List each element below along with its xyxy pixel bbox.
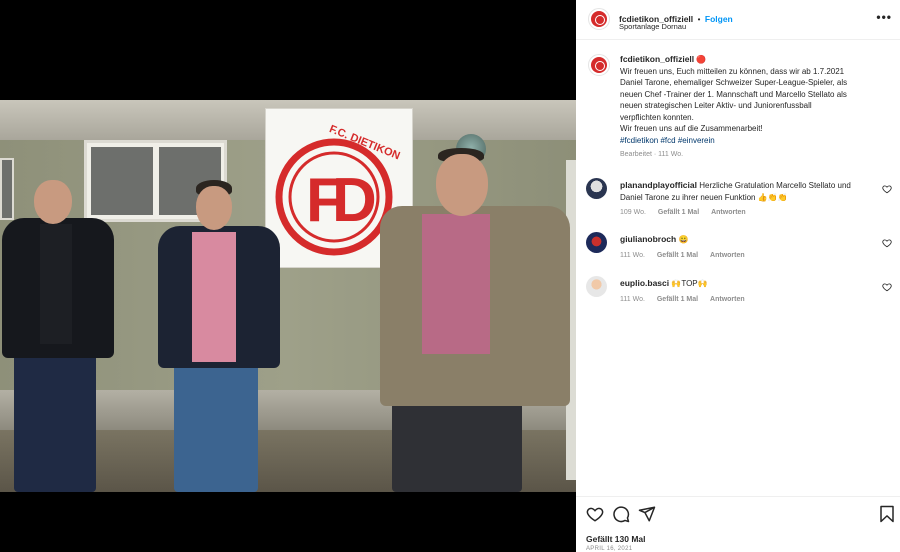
- separator-dot: •: [697, 15, 701, 24]
- caption-line: neuen strategischen Leiter Aktiv- und Ju…: [620, 101, 812, 110]
- heart-icon[interactable]: [882, 184, 892, 194]
- caption-line: neuen Chef -Trainer der 1. Mannschaft un…: [620, 89, 847, 99]
- shirt: [422, 214, 490, 354]
- comment-likes[interactable]: Gefällt 1 Mal: [657, 252, 698, 259]
- comment-time: 111 Wo.: [620, 251, 645, 259]
- caption-line: verpflichten konnten.: [620, 112, 694, 122]
- club-logo-icon: [591, 11, 607, 27]
- caption-meta: Bearbeitet · 111 Wo.: [620, 151, 684, 158]
- comment-meta: 111 Wo. Gefällt 1 Mal Antworten: [620, 250, 878, 262]
- account-avatar[interactable]: [588, 8, 610, 30]
- bookmark-icon[interactable]: [878, 505, 896, 523]
- caption-hashtags[interactable]: #fcdietikon #fcd #einverein: [620, 135, 890, 147]
- person-left: [0, 178, 120, 492]
- heart-icon[interactable]: [882, 238, 892, 248]
- caption-username[interactable]: fcdietikon_offiziell: [620, 54, 694, 64]
- comment-body: giulianobroch 😀 111 Wo. Gefällt 1 Mal An…: [620, 234, 878, 261]
- comment-text: 🙌TOP🙌: [671, 279, 708, 288]
- comment-text: Herzliche Gratulation Marcello Stellato …: [699, 181, 851, 190]
- location-link[interactable]: Sportanlage Dornau: [619, 22, 686, 31]
- jeans: [14, 346, 96, 492]
- comment-text: Daniel Tarone zu ihrer neuen Funktion 👍👏…: [620, 192, 788, 202]
- caption-line: Wir freuen uns, Euch mitteilen zu können…: [620, 66, 845, 76]
- comment-avatar[interactable]: [586, 276, 607, 297]
- caption-line: Wir freuen uns auf die Zusammenarbeit!: [620, 124, 763, 133]
- comment-body: planandplayofficial Herzliche Gratulatio…: [620, 180, 878, 219]
- comment-likes[interactable]: Gefällt 1 Mal: [658, 209, 699, 216]
- likes-count[interactable]: Gefällt 130 Mal: [586, 534, 646, 544]
- more-options-icon[interactable]: •••: [876, 10, 892, 24]
- club-logo-icon: [591, 57, 607, 73]
- caption-avatar[interactable]: [588, 54, 610, 76]
- comment-body: euplio.basci 🙌TOP🙌 111 Wo. Gefällt 1 Mal…: [620, 278, 878, 305]
- comment-username[interactable]: planandplayofficial: [620, 180, 697, 190]
- comment-username[interactable]: giulianobroch: [620, 234, 676, 244]
- head: [34, 180, 72, 224]
- instagram-post-modal: F D F.C. DIETIKON fcdietikon_offiziell •…: [0, 0, 900, 552]
- reply-button[interactable]: Antworten: [710, 252, 745, 259]
- comment-meta: 109 Wo. Gefällt 1 Mal Antworten: [620, 207, 878, 219]
- comment-meta: 111 Wo. Gefällt 1 Mal Antworten: [620, 294, 878, 306]
- reply-button[interactable]: Antworten: [711, 209, 746, 216]
- comment-likes[interactable]: Gefällt 1 Mal: [657, 296, 698, 303]
- post-caption: fcdietikon_offiziell 🔴 Wir freuen uns, E…: [620, 54, 890, 161]
- post-header: fcdietikon_offiziell • Folgen Sportanlag…: [576, 0, 900, 40]
- reply-button[interactable]: Antworten: [710, 296, 745, 303]
- comment-avatar[interactable]: [586, 178, 607, 199]
- shirt: [192, 232, 236, 362]
- post-photo-area: F D F.C. DIETIKON: [0, 0, 576, 552]
- heart-icon[interactable]: [882, 282, 892, 292]
- post-photo[interactable]: F D F.C. DIETIKON: [0, 100, 576, 492]
- follow-button[interactable]: Folgen: [705, 14, 733, 24]
- share-icon[interactable]: [638, 505, 656, 523]
- comment-icon[interactable]: [612, 505, 630, 523]
- comment-avatar[interactable]: [586, 232, 607, 253]
- shirt: [40, 224, 72, 344]
- comment-username[interactable]: euplio.basci: [620, 278, 669, 288]
- head: [196, 186, 232, 230]
- post-side-panel: fcdietikon_offiziell • Folgen Sportanlag…: [576, 0, 900, 552]
- caption-emoji: 🔴: [696, 55, 707, 64]
- comment-time: 111 Wo.: [620, 295, 645, 303]
- svg-text:D: D: [332, 166, 377, 235]
- comment-text: 😀: [678, 235, 689, 244]
- heart-icon[interactable]: [586, 505, 604, 523]
- caption-line: Daniel Tarone, ehemaliger Schweizer Supe…: [620, 78, 848, 87]
- post-date: APRIL 16, 2021: [586, 546, 633, 552]
- jeans: [174, 356, 258, 492]
- action-bar: Gefällt 130 Mal APRIL 16, 2021: [576, 496, 900, 552]
- comment-time: 109 Wo.: [620, 209, 646, 216]
- person-middle: [156, 180, 282, 492]
- person-right: [378, 148, 574, 492]
- head: [436, 154, 488, 216]
